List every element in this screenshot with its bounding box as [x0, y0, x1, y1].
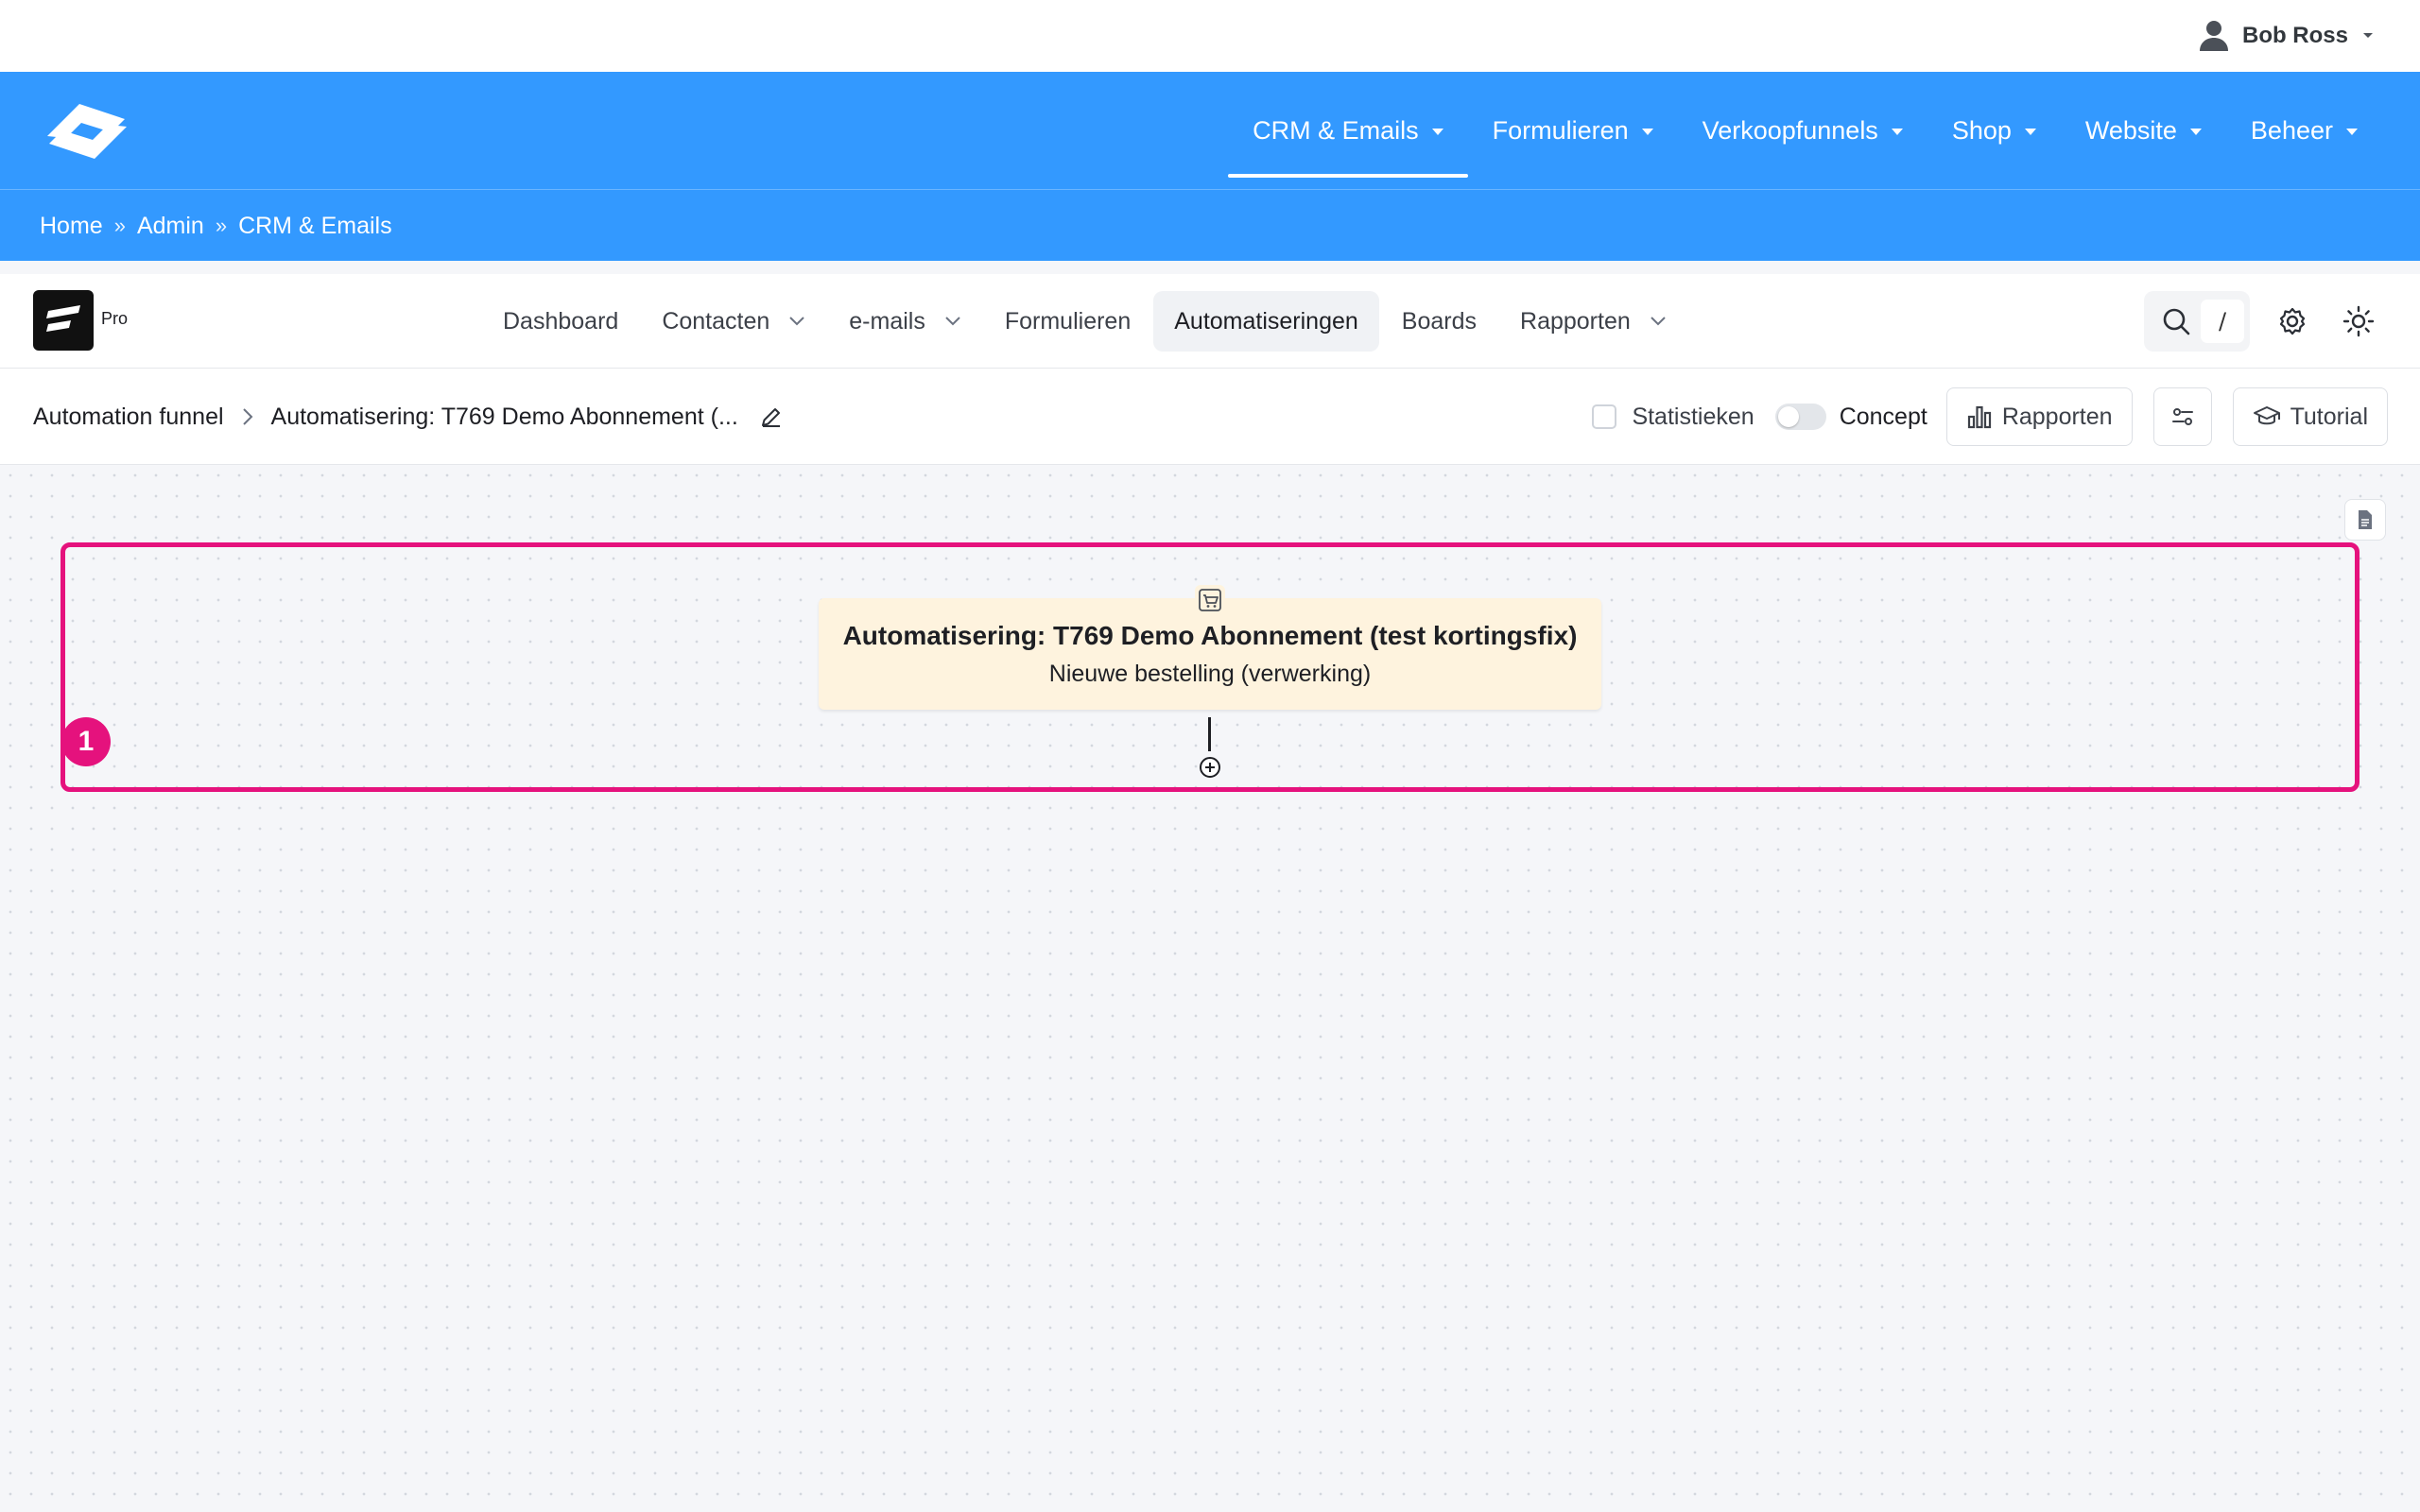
- main-nav-label: Shop: [1951, 115, 2012, 145]
- breadcrumb-home[interactable]: Home: [40, 213, 103, 240]
- edit-icon[interactable]: [759, 404, 784, 429]
- automation-canvas[interactable]: 1 Automatisering: T769 Demo Abonnement (…: [0, 465, 2420, 1512]
- user-menu[interactable]: Bob Ross: [2199, 17, 2375, 55]
- user-icon: [2199, 21, 2228, 51]
- tab-automatiseringen[interactable]: Automatiseringen: [1153, 291, 1379, 352]
- theme-toggle-button[interactable]: [2335, 298, 2382, 345]
- breadcrumb-separator: »: [215, 214, 228, 237]
- tab-label: Formulieren: [1004, 307, 1132, 335]
- user-bar: Bob Ross: [0, 0, 2420, 72]
- main-nav-website[interactable]: Website: [2061, 72, 2226, 189]
- chevron-down-icon: [945, 317, 960, 326]
- main-nav-verkoopfunnels[interactable]: Verkoopfunnels: [1678, 72, 1927, 189]
- caret-down-icon: [1891, 128, 1903, 135]
- notes-button[interactable]: [2344, 499, 2386, 541]
- tab-dashboard[interactable]: Dashboard: [482, 291, 639, 352]
- admin-bar: CRM & Emails Formulieren Verkoopfunnels …: [0, 72, 2420, 189]
- funnel-toolbar: Automation funnel Automatisering: T769 D…: [0, 369, 2420, 465]
- tab-emails[interactable]: e-mails: [828, 291, 982, 352]
- funnel-title: Automatisering: T769 Demo Abonnement (..…: [270, 403, 738, 430]
- tutorial-button[interactable]: Tutorial: [2232, 387, 2388, 446]
- reports-button[interactable]: Rapporten: [1945, 387, 2133, 446]
- funnel-breadcrumb: Automation funnel Automatisering: T769 D…: [33, 369, 784, 465]
- main-nav-label: CRM & Emails: [1253, 115, 1419, 145]
- main-nav-crm-emails[interactable]: CRM & Emails: [1228, 72, 1468, 189]
- main-nav-formulieren[interactable]: Formulieren: [1468, 72, 1678, 189]
- breadcrumb-current[interactable]: CRM & Emails: [238, 213, 392, 240]
- breadcrumb-separator: »: [113, 214, 126, 237]
- trigger-node[interactable]: Automatisering: T769 Demo Abonnement (te…: [819, 585, 1601, 710]
- main-nav-label: Verkoopfunnels: [1702, 115, 1878, 145]
- tab-formulieren[interactable]: Formulieren: [984, 291, 1151, 352]
- sliders-icon: [2171, 408, 2193, 425]
- tab-contacten[interactable]: Contacten: [641, 291, 826, 352]
- chevron-right-icon: [242, 408, 252, 425]
- caret-down-icon: [1641, 128, 1653, 135]
- funnel-actions: Statistieken Concept Rapporten Tutorial: [1592, 387, 2388, 446]
- concept-label: Concept: [1839, 403, 1927, 430]
- cart-icon: [1195, 585, 1225, 615]
- step-number-badge: 1: [61, 717, 111, 766]
- app-menu: Dashboard Contacten e-mails Formulieren …: [482, 291, 1687, 352]
- tab-label: Rapporten: [1520, 307, 1631, 335]
- tab-boards[interactable]: Boards: [1381, 291, 1497, 352]
- statistics-checkbox[interactable]: [1592, 404, 1617, 429]
- tab-label: e-mails: [849, 307, 925, 335]
- user-name: Bob Ross: [2241, 23, 2348, 48]
- concept-toggle[interactable]: [1774, 404, 1826, 430]
- tab-label: Automatiseringen: [1174, 307, 1358, 335]
- funnel-settings-button[interactable]: [2152, 387, 2212, 446]
- breadcrumb: Home » Admin » CRM & Emails: [40, 190, 392, 262]
- main-nav-shop[interactable]: Shop: [1927, 72, 2061, 189]
- tab-label: Dashboard: [503, 307, 619, 335]
- add-step-icon[interactable]: [1199, 756, 1221, 779]
- app-brand-pro: Pro: [101, 309, 129, 328]
- step-connector: [1208, 717, 1211, 751]
- caret-down-icon: [2024, 128, 2036, 135]
- trigger-title: Automatisering: T769 Demo Abonnement (te…: [842, 621, 1578, 650]
- breadcrumb-admin[interactable]: Admin: [137, 213, 204, 240]
- app-brand[interactable]: Pro: [33, 290, 128, 351]
- main-nav: CRM & Emails Formulieren Verkoopfunnels …: [1228, 72, 2382, 189]
- caret-down-icon: [2189, 128, 2202, 135]
- main-nav-label: Formulieren: [1492, 115, 1629, 145]
- tab-label: Contacten: [662, 307, 770, 335]
- trigger-subtitle: Nieuwe bestelling (verwerking): [1048, 661, 1372, 687]
- app-nav: Pro Dashboard Contacten e-mails Formulie…: [0, 274, 2420, 369]
- app-tools: /: [2144, 291, 2382, 352]
- sun-icon: [2342, 305, 2375, 337]
- graduation-cap-icon: [2253, 406, 2280, 425]
- bar-chart-icon: [1967, 405, 1991, 429]
- document-icon: [2359, 510, 2372, 529]
- search-icon: [2163, 308, 2190, 335]
- tab-label: Boards: [1401, 307, 1478, 335]
- search-button[interactable]: /: [2144, 291, 2250, 352]
- main-nav-label: Website: [2084, 115, 2177, 145]
- funnel-root-link[interactable]: Automation funnel: [33, 404, 224, 431]
- main-nav-beheer[interactable]: Beheer: [2226, 72, 2382, 189]
- statistics-label: Statistieken: [1632, 403, 1754, 430]
- chevron-down-icon: [1651, 317, 1666, 326]
- gear-icon: [2279, 307, 2306, 335]
- caret-down-icon: [2346, 128, 2358, 135]
- tab-rapporten[interactable]: Rapporten: [1499, 291, 1687, 352]
- caret-down-icon: [1431, 128, 1443, 135]
- app-logo-icon: [33, 290, 94, 351]
- search-shortcut-key: /: [2201, 300, 2244, 343]
- tutorial-button-label: Tutorial: [2290, 403, 2368, 430]
- main-nav-label: Beheer: [2250, 115, 2333, 145]
- settings-button[interactable]: [2269, 298, 2316, 345]
- caret-down-icon: [2363, 33, 2373, 38]
- site-logo-icon[interactable]: [42, 98, 132, 164]
- reports-button-label: Rapporten: [2001, 403, 2113, 430]
- chevron-down-icon: [789, 317, 804, 326]
- breadcrumb-bar: Home » Admin » CRM & Emails: [0, 189, 2420, 261]
